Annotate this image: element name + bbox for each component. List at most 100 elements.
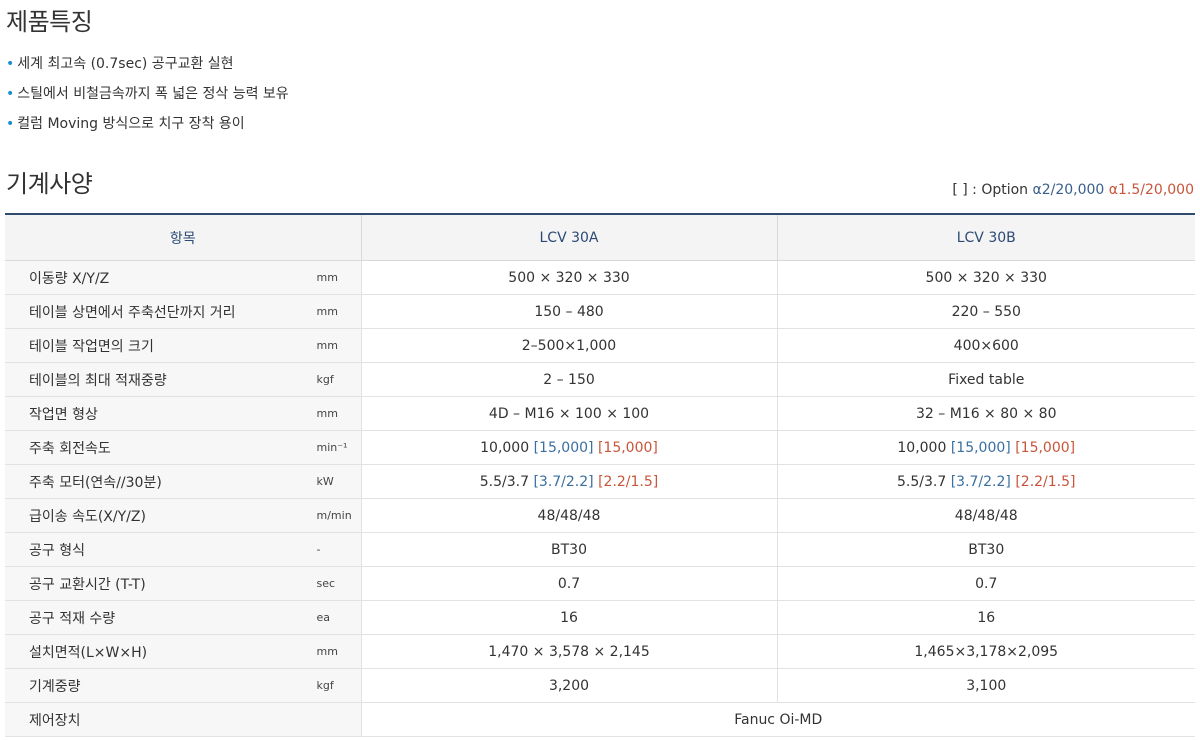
value-option-2: [15,000]: [597, 439, 658, 456]
table-row: 테이블 상면에서 주축선단까지 거리 mm 150 – 480 220 – 550: [5, 294, 1195, 329]
row-label: 주축 회전속도: [29, 440, 111, 457]
row-label: 작업면 형상: [29, 406, 98, 423]
value-lcv30a: 5.5/3.7 [3.7/2.2] [2.2/1.5]: [361, 464, 778, 499]
value-base: 5.5/3.7: [897, 473, 947, 490]
value-base: 16: [560, 609, 578, 626]
row-label: 테이블 작업면의 크기: [29, 338, 154, 355]
value-lcv30b: 500 × 320 × 330: [777, 260, 1195, 295]
value-lcv30a: 1,470 × 3,578 × 2,145: [361, 634, 778, 669]
value-lcv30b: 220 – 550: [777, 294, 1195, 329]
value-lcv30b: Fixed table: [777, 362, 1195, 397]
row-label: 설치면적(L×W×H): [29, 644, 148, 661]
table-row: 주축 모터(연속//30분) kW 5.5/3.7 [3.7/2.2] [2.2/1…: [5, 464, 1195, 499]
value-lcv30a: 2 – 150: [361, 362, 778, 397]
table-row: 공구 형식 - BT30 BT30: [5, 532, 1195, 567]
value-lcv30a: 10,000 [15,000] [15,000]: [361, 430, 778, 465]
row-unit: mm: [316, 645, 338, 658]
features-title: 제품특징: [6, 8, 93, 36]
row-label: 공구 형식: [29, 542, 85, 559]
header-lcv30a: LCV 30A: [361, 214, 778, 261]
table-row: 작업면 형상 mm 4D – M16 × 100 × 100 32 – M16 × 8…: [5, 396, 1195, 431]
table-row: 공구 교환시간 (T-T) sec 0.7 0.7: [5, 566, 1195, 601]
value-option-1: [3.7/2.2]: [950, 473, 1011, 490]
table-row: 공구 적재 수량 ea 16 16: [5, 600, 1195, 635]
value-lcv30b: 3,100: [777, 668, 1195, 703]
value-base: 2 – 150: [543, 371, 595, 388]
value-base: Fixed table: [948, 371, 1025, 388]
feature-text: 세계 최고속 (0.7sec) 공구교환 실현: [17, 56, 234, 72]
bullet-icon: •: [6, 116, 15, 132]
value-base: 1,470 × 3,578 × 2,145: [488, 643, 650, 660]
row-label-cell: 기계중량 kgf: [5, 668, 362, 703]
row-label-cell: 공구 교환시간 (T-T) sec: [5, 566, 362, 601]
value-base: 150 – 480: [534, 303, 604, 320]
feature-item: • 컬럼 Moving 방식으로 치구 장착 용이: [6, 114, 289, 144]
row-label-cell: 작업면 형상 mm: [5, 396, 362, 431]
value-base: 4D – M16 × 100 × 100: [488, 405, 650, 422]
value-base: 10,000: [480, 439, 530, 456]
row-label-cell: 테이블 상면에서 주축선단까지 거리 mm: [5, 294, 362, 329]
row-unit: mm: [316, 339, 338, 352]
table-row: 제어장치 Fanuc Oi-MD: [5, 702, 1195, 737]
value-lcv30a: 2–500×1,000: [361, 328, 778, 363]
row-unit: -: [316, 543, 321, 556]
value-option-2: [2.2/1.5]: [598, 473, 659, 490]
legend-prefix: [ ] : Option: [952, 182, 1029, 198]
value-lcv30b: 400×600: [777, 328, 1195, 363]
row-unit: ea: [316, 611, 331, 624]
value-control: Fanuc Oi-MD: [361, 702, 1195, 737]
legend-option-2: α1.5/20,000: [1108, 182, 1194, 198]
table-row: 테이블 작업면의 크기 mm 2–500×1,000 400×600: [5, 328, 1195, 363]
table-row: 주축 회전속도 min⁻¹ 10,000 [15,000] [15,000] 10,0…: [5, 430, 1195, 465]
row-label: 주축 모터(연속//30분): [29, 474, 162, 491]
value-base: 220 – 550: [951, 303, 1021, 320]
row-unit: min⁻¹: [316, 441, 348, 454]
value-option-1: [15,000]: [950, 439, 1011, 456]
table-row: 기계중량 kgf 3,200 3,100: [5, 668, 1195, 703]
option-legend: [ ] : Option α2/20,000 α1.5/20,000: [952, 182, 1194, 198]
value-base: 0.7: [975, 575, 998, 592]
value-lcv30b: 32 – M16 × 80 × 80: [777, 396, 1195, 431]
row-unit: kgf: [316, 679, 334, 692]
row-label: 제어장치: [29, 712, 81, 729]
row-label-cell: 공구 적재 수량 ea: [5, 600, 362, 635]
value-base: 1,465×3,178×2,095: [914, 643, 1059, 660]
features-list: • 세계 최고속 (0.7sec) 공구교환 실현 • 스틸에서 비철금속까지 폭 넓…: [6, 54, 289, 144]
row-label-cell: 제어장치: [5, 702, 362, 737]
header-item: 항목: [5, 214, 362, 261]
value-lcv30a: 0.7: [361, 566, 778, 601]
row-unit: kgf: [316, 373, 334, 386]
row-unit: mm: [316, 407, 338, 420]
table-row: 테이블의 최대 적재중량 kgf 2 – 150 Fixed table: [5, 362, 1195, 397]
row-label-cell: 공구 형식 -: [5, 532, 362, 567]
row-unit: mm: [316, 305, 338, 318]
row-label-cell: 설치면적(L×W×H) mm: [5, 634, 362, 669]
row-label: 급이송 속도(X/Y/Z): [29, 508, 146, 525]
value-base: 32 – M16 × 80 × 80: [916, 405, 1057, 422]
table-row: 급이송 속도(X/Y/Z) m/min 48/48/48 48/48/48: [5, 498, 1195, 533]
row-label: 이동량 X/Y/Z: [29, 270, 110, 287]
row-label-cell: 급이송 속도(X/Y/Z) m/min: [5, 498, 362, 533]
row-label-cell: 이동량 X/Y/Z mm: [5, 260, 362, 295]
value-base: BT30: [968, 541, 1005, 558]
value-option-2: [2.2/1.5]: [1015, 473, 1076, 490]
row-label-cell: 테이블의 최대 적재중량 kgf: [5, 362, 362, 397]
table-row: 설치면적(L×W×H) mm 1,470 × 3,578 × 2,145 1,465×…: [5, 634, 1195, 669]
value-option-1: [3.7/2.2]: [533, 473, 594, 490]
spec-header-row: 항목 LCV 30A LCV 30B: [5, 214, 1195, 261]
value-base: 48/48/48: [954, 507, 1018, 524]
value-base: 0.7: [557, 575, 581, 592]
row-label-cell: 테이블 작업면의 크기 mm: [5, 328, 362, 363]
header-lcv30b: LCV 30B: [777, 214, 1195, 261]
row-unit: kW: [316, 475, 334, 488]
value-base: 400×600: [953, 337, 1019, 354]
table-row: 이동량 X/Y/Z mm 500 × 320 × 330 500 × 320 × 33…: [5, 260, 1195, 295]
value-lcv30a: 3,200: [361, 668, 778, 703]
row-label-cell: 주축 회전속도 min⁻¹: [5, 430, 362, 465]
value-lcv30a: 150 – 480: [361, 294, 778, 329]
value-lcv30b: 1,465×3,178×2,095: [777, 634, 1195, 669]
feature-text: 스틸에서 비철금속까지 폭 넓은 정삭 능력 보유: [17, 86, 289, 102]
value-base: BT30: [551, 541, 587, 558]
row-label: 공구 교환시간 (T-T): [29, 576, 146, 593]
row-label: 기계중량: [29, 678, 81, 695]
